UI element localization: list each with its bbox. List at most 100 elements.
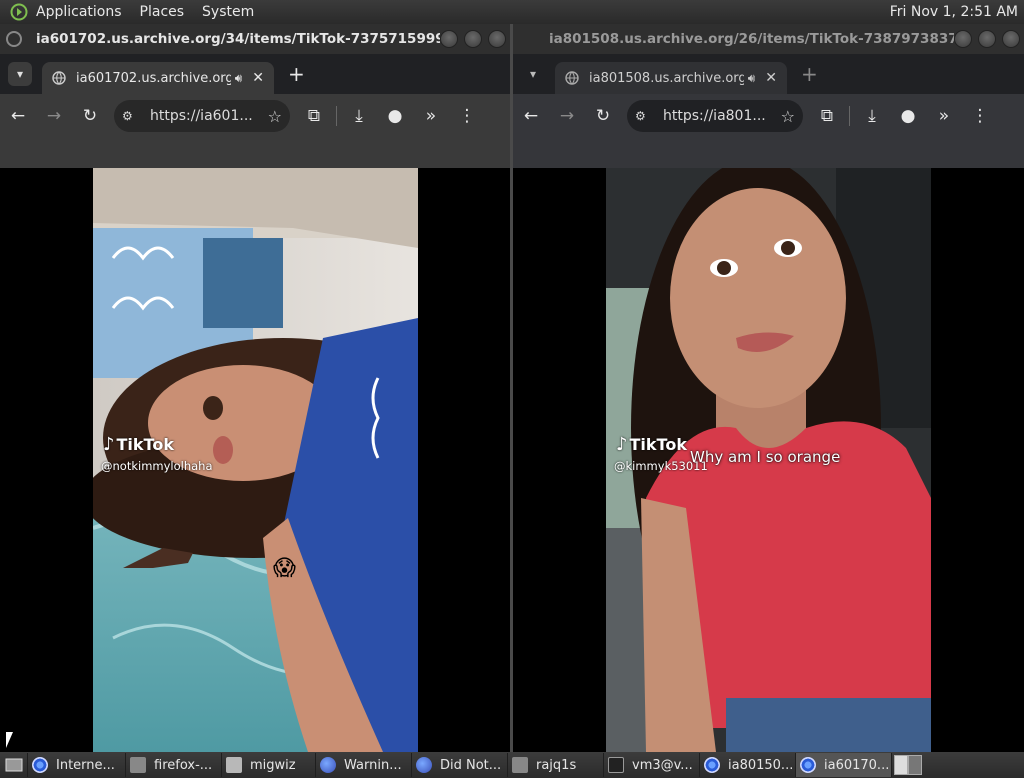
forward-arrow-icon[interactable]: → [36,106,72,126]
tab-search-chevron-down-icon[interactable]: ▾ [521,62,545,86]
address-bar[interactable]: ⚙︎ https://ia601... ☆ [114,100,290,132]
left-toolbar: ← → ↻ ⚙︎ https://ia601... ☆ ⧉ ⤓ ● » ⋮ [0,94,510,138]
address-url[interactable]: https://ia801... [663,108,781,124]
globe-icon [52,71,66,85]
tiktok-handle: @notkimmylolhaha [101,459,213,473]
firefox-icon [416,757,432,773]
folder-icon [226,757,242,773]
minimize-button[interactable] [440,30,458,48]
mouse-pointer-icon [6,732,13,748]
taskbar-item[interactable]: ia80150... [700,753,796,777]
left-active-tab[interactable]: ia601702.us.archive.org/3 🔊︎ ✕ [42,62,274,94]
taskbar-item-label: migwiz [250,757,296,773]
app-icon [130,757,146,773]
right-bookmarks-bar [513,138,1024,168]
reload-icon[interactable]: ↻ [585,106,621,126]
tab-search-chevron-down-icon[interactable]: ▾ [8,62,32,86]
speaker-icon[interactable]: 🔊︎ [748,71,756,86]
chrome-icon [800,757,816,773]
close-tab-icon[interactable]: ✕ [252,70,264,86]
extensions-puzzle-icon[interactable]: ⧉ [809,106,845,126]
menu-applications[interactable]: Applications [36,4,122,20]
bookmark-star-icon[interactable]: ☆ [781,107,795,126]
profile-avatar-icon[interactable]: ● [890,106,926,126]
tiktok-logo: ♪ TikTok [616,434,687,455]
address-url[interactable]: https://ia601... [150,108,268,124]
kebab-menu-icon[interactable]: ⋮ [449,106,485,126]
video-caption: Why am I so orange [690,448,841,466]
left-tiktok-video[interactable]: ♪ TikTok @notkimmylolhaha 😱 [93,168,418,752]
chrome-icon [704,757,720,773]
show-desktop-icon[interactable] [0,753,28,777]
reload-icon[interactable]: ↻ [72,106,108,126]
taskbar-item[interactable]: firefox-... [126,753,222,777]
maximize-button[interactable] [978,30,996,48]
workspace-2[interactable] [908,755,922,775]
minimize-button[interactable] [954,30,972,48]
site-settings-icon[interactable]: ⚙︎ [122,109,140,123]
distro-logo-icon[interactable] [8,1,30,23]
app-icon [512,757,528,773]
taskbar-item-label: ia80150... [728,757,794,773]
taskbar-item[interactable]: vm3@v... [604,753,700,777]
taskbar-item-active[interactable]: ia60170... [796,753,892,777]
left-page-content: ♪ TikTok @notkimmylolhaha 😱 [0,168,510,752]
top-panel: Applications Places System Fri Nov 1, 2:… [0,0,1024,24]
taskbar-item[interactable]: Interne... [28,753,126,777]
address-bar[interactable]: ⚙︎ https://ia801... ☆ [627,100,803,132]
site-settings-icon[interactable]: ⚙︎ [635,109,653,123]
taskbar-item-label: firefox-... [154,757,213,773]
shocked-emoji: 😱 [273,556,296,581]
taskbar-item[interactable]: Did Not... [412,753,508,777]
right-window-title: ia801508.us.archive.org/26/items/TikTok-… [549,31,954,47]
download-icon[interactable]: ⤓ [341,106,377,126]
chrome-icon [32,757,48,773]
left-bookmarks-bar [0,138,510,168]
taskbar-item[interactable]: migwiz [222,753,316,777]
window-menu-icon[interactable] [6,31,22,47]
taskbar-item-label: vm3@v... [632,757,693,773]
maximize-button[interactable] [464,30,482,48]
taskbar-item-label: Interne... [56,757,115,773]
tiktok-label: TikTok [629,435,687,454]
right-tiktok-video[interactable]: ♪ TikTok @kimmyk53011 Why am I so orange [606,168,931,752]
menu-places[interactable]: Places [140,4,185,20]
taskbar-item[interactable]: Warnin... [316,753,412,777]
toolbar-separator [849,106,850,126]
back-arrow-icon[interactable]: ← [513,106,549,126]
new-tab-plus-icon[interactable]: + [288,62,305,86]
right-tabstrip: ▾ ia801508.us.archive.org/ 🔊︎ ✕ + [513,54,1024,94]
extensions-puzzle-icon[interactable]: ⧉ [296,106,332,126]
left-window-titlebar[interactable]: ia601702.us.archive.org/34/items/TikTok-… [0,24,510,54]
panel-clock[interactable]: Fri Nov 1, 2:51 AM [890,4,1018,20]
close-tab-icon[interactable]: ✕ [765,70,777,86]
new-tab-plus-icon[interactable]: + [801,62,818,86]
close-window-button[interactable] [488,30,506,48]
left-tabstrip: ▾ ia601702.us.archive.org/3 🔊︎ ✕ + [0,54,510,94]
bookmark-star-icon[interactable]: ☆ [268,107,282,126]
speaker-icon[interactable]: 🔊︎ [235,71,243,86]
tab-title: ia801508.us.archive.org/ [589,70,744,86]
more-chevrons-icon[interactable]: » [413,106,449,126]
taskbar-item-label: Warnin... [344,757,402,773]
forward-arrow-icon[interactable]: → [549,106,585,126]
right-browser-window: ia801508.us.archive.org/26/items/TikTok-… [513,24,1024,752]
back-arrow-icon[interactable]: ← [0,106,36,126]
workspace-switcher[interactable] [894,755,922,775]
more-chevrons-icon[interactable]: » [926,106,962,126]
tiktok-label: TikTok [116,435,174,454]
download-icon[interactable]: ⤓ [854,106,890,126]
taskbar-item[interactable]: rajq1s [508,753,604,777]
taskbar-item-label: Did Not... [440,757,502,773]
profile-avatar-icon[interactable]: ● [377,106,413,126]
workspace-1[interactable] [894,755,908,775]
right-active-tab[interactable]: ia801508.us.archive.org/ 🔊︎ ✕ [555,62,787,94]
close-window-button[interactable] [1002,30,1020,48]
kebab-menu-icon[interactable]: ⋮ [962,106,998,126]
menu-system[interactable]: System [202,4,254,20]
right-window-titlebar[interactable]: ia801508.us.archive.org/26/items/TikTok-… [513,24,1024,54]
left-browser-window: ia601702.us.archive.org/34/items/TikTok-… [0,24,510,752]
toolbar-separator [336,106,337,126]
globe-icon [565,71,579,85]
tiktok-note-icon: ♪ [103,434,115,455]
